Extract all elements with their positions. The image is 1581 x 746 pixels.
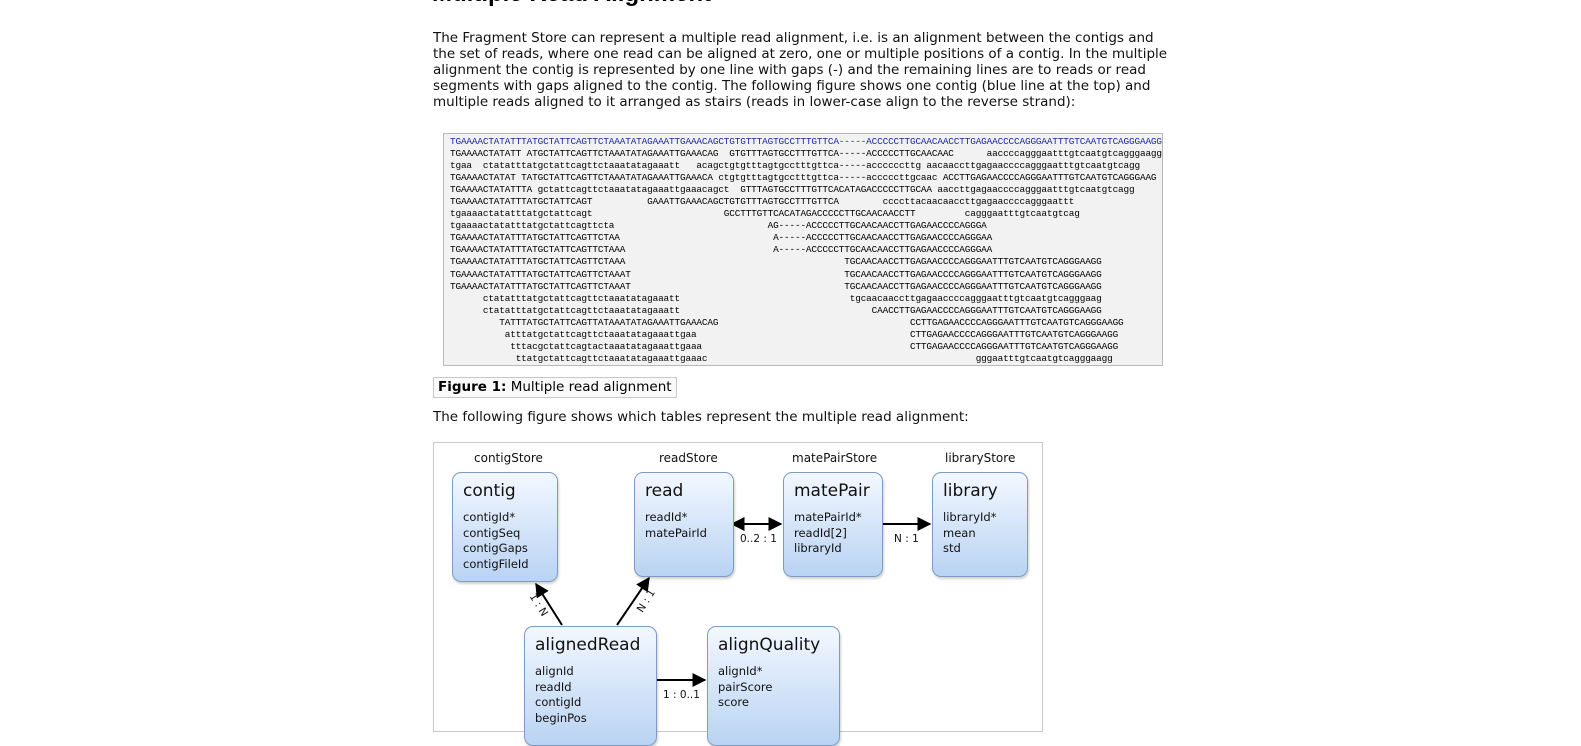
cardinality-matepair-library: N : 1: [894, 533, 919, 545]
store-diagram: contigStore readStore matePairStore libr…: [433, 442, 1043, 746]
entity-title: matePair: [794, 481, 870, 501]
read-sequence-line: TGAAAACTATATTTATGCTATTCAGT GAAATTGAAACAG…: [450, 196, 1075, 208]
field-matepairid: matePairId*: [794, 510, 862, 524]
cardinality-read-matepair: 0..2 : 1: [740, 533, 777, 545]
field-readid-2: readId[2]: [794, 525, 847, 540]
read-sequence-line: ttatgctattcagttctaaatatagaaattgaaac ggga…: [450, 352, 1113, 364]
followup-paragraph: The following figure shows which tables …: [433, 409, 969, 425]
field-alignid: alignId*: [718, 664, 763, 678]
field-libraryid: libraryId*: [943, 510, 997, 524]
entity-alignquality: alignQuality alignId* pairScore score: [707, 626, 840, 746]
field-contigfileid: contigFileId: [463, 556, 529, 571]
store-label-read: readStore: [659, 451, 718, 465]
read-sequence-line: TGAAAACTATATTTA gctattcagttctaaatatagaaa…: [450, 184, 1135, 196]
entity-contig: contig contigId* contigSeq contigGaps co…: [452, 472, 558, 582]
read-sequence-line: TGAAAACTATATTTATGCTATTCAGTTCTAAAT TGCAAC…: [450, 268, 1102, 280]
field-readid: readId*: [645, 510, 688, 524]
read-sequence-line: tgaaaactatatttatgctattcagt GCCTTTGTTCACA…: [450, 208, 1080, 220]
alignment-text: TGAAAACTATATTTATGCTATTCAGTTCTAAATATAGAAA…: [444, 134, 1162, 365]
read-sequence-line: TGAAAACTATAT TATGCTATTCAGTTCTAAATATAGAAA…: [450, 172, 1157, 184]
read-sequence-line: TATTTATGCTATTCAGTTATAAATATAGAAATTGAAACAG…: [450, 316, 1124, 328]
contig-sequence-line: TGAAAACTATATTTATGCTATTCAGTTCTAAATATAGAAA…: [450, 136, 1162, 147]
read-sequence-lines: TGAAAACTATATT ATGCTATTCAGTTCTAAATATAGAAA…: [450, 148, 1163, 364]
entity-title: alignedRead: [535, 635, 641, 655]
field-contigid: contigId*: [463, 510, 516, 524]
field-contigid: contigId: [535, 695, 582, 709]
figure-label: Figure 1:: [438, 379, 507, 395]
field-contigseq: contigSeq: [463, 525, 521, 540]
entity-matepair: matePair matePairId* readId[2] libraryId: [783, 472, 883, 577]
entity-title: read: [645, 481, 684, 501]
field-alignid: alignId: [535, 664, 574, 678]
field-pairscore: pairScore: [718, 679, 773, 694]
read-sequence-line: atttatgctattcagttctaaatatagaaattgaa CTTG…: [450, 328, 1119, 340]
read-sequence-line: ctatatttatgctattcagttctaaatatagaaatt tgc…: [450, 292, 1102, 304]
field-score: score: [718, 695, 749, 709]
read-sequence-line: ctatatttatgctattcagttctaaatatagaaatt CAA…: [450, 304, 1102, 316]
page-title: Multiple Read Alignment: [432, 0, 711, 8]
field-readid: readId: [535, 679, 572, 694]
read-sequence-line: TGAAAACTATATT ATGCTATTCAGTTCTAAATATAGAAA…: [450, 148, 1163, 160]
store-label-contig: contigStore: [474, 451, 543, 465]
cardinality-aligned-quality: 1 : 0..1: [663, 689, 700, 701]
figure-caption-text: Multiple read alignment: [506, 379, 672, 395]
read-sequence-line: tgaa ctatatttatgctattcagttctaaatatagaaat…: [450, 160, 1140, 172]
read-sequence-line: TGAAAACTATATTTATGCTATTCAGTTCTAAA TGCAACA…: [450, 256, 1102, 268]
store-label-matepair: matePairStore: [792, 451, 878, 465]
field-std: std: [943, 541, 961, 555]
alignment-figure: TGAAAACTATATTTATGCTATTCAGTTCTAAATATAGAAA…: [443, 133, 1163, 366]
entity-read: read readId* matePairId: [634, 472, 734, 577]
figure-caption: Figure 1: Multiple read alignment: [433, 377, 677, 398]
read-sequence-line: tttacgctattcagtactaaatatagaaattgaaa CTTG…: [450, 340, 1119, 352]
entity-title: library: [943, 481, 998, 501]
entity-title: alignQuality: [718, 635, 821, 655]
read-sequence-line: TGAAAACTATATTTATGCTATTCAGTTCTAAA A-----A…: [450, 244, 993, 256]
read-sequence-line: TGAAAACTATATTTATGCTATTCAGTTCTAAAT TGCAAC…: [450, 280, 1102, 292]
field-libraryid: libraryId: [794, 541, 842, 555]
store-label-library: libraryStore: [945, 451, 1016, 465]
field-contiggaps: contigGaps: [463, 541, 528, 555]
field-mean: mean: [943, 525, 976, 540]
entity-title: contig: [463, 481, 516, 501]
read-sequence-line: TGAAAACTATATTTATGCTATTCAGTTCTAA A-----AC…: [450, 232, 993, 244]
intro-paragraph: The Fragment Store can represent a multi…: [433, 30, 1168, 110]
read-sequence-line: tgaaaactatatttatgctattcagttcta AG-----AC…: [450, 220, 987, 232]
entity-library: library libraryId* mean std: [932, 472, 1028, 577]
entity-alignedread: alignedRead alignId readId contigId begi…: [524, 626, 657, 746]
field-matepairid: matePairId: [645, 525, 707, 540]
